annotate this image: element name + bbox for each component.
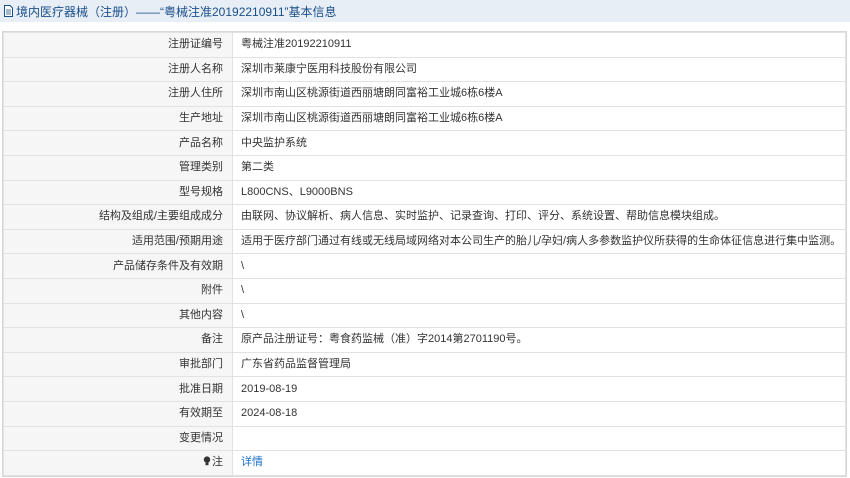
field-value: 2024-08-18 — [232, 400, 846, 427]
field-value: 2019-08-19 — [232, 376, 846, 402]
field-label: 生产地址 — [3, 105, 233, 132]
field-label: 批准日期 — [3, 376, 233, 402]
document-icon — [3, 5, 14, 17]
table-row: 批准日期 2019-08-19 — [3, 376, 846, 402]
field-value: 深圳市莱康宁医用科技股份有限公司 — [232, 56, 846, 83]
note-label: 注 — [212, 456, 223, 469]
field-value: \ — [232, 253, 846, 279]
field-value: 由联网、协议解析、病人信息、实时监护、记录查询、打印、评分、系统设置、帮助信息模… — [232, 204, 846, 230]
field-value: 深圳市南山区桃源街道西丽塘朗同富裕工业城6栋6楼A — [232, 105, 846, 132]
table-row: 结构及组成/主要组成成分 由联网、协议解析、病人信息、实时监护、记录查询、打印、评… — [3, 204, 846, 230]
table-row: 管理类别 第二类 — [3, 154, 846, 181]
field-label: 产品储存条件及有效期 — [3, 253, 233, 279]
field-label: 注册证编号 — [3, 32, 233, 58]
table-row: 适用范围/预期用途 适用于医疗部门通过有线或无线局域网络对本公司生产的胎儿/孕妇/… — [3, 228, 846, 255]
field-value: 原产品注册证号：粤食药监械（准）字2014第2701190号。 — [232, 327, 846, 353]
field-label: 结构及组成/主要组成成分 — [3, 204, 233, 230]
table-row: 生产地址 深圳市南山区桃源街道西丽塘朗同富裕工业城6栋6楼A — [3, 105, 846, 132]
table-row: 附件 \ — [3, 277, 846, 304]
field-label: 备注 — [3, 327, 233, 353]
field-value — [232, 425, 846, 452]
field-label: 产品名称 — [3, 130, 233, 156]
table-row: 审批部门 广东省药品监督管理局 — [3, 351, 846, 378]
field-value: \ — [232, 302, 846, 329]
field-value: 广东省药品监督管理局 — [232, 351, 846, 378]
field-label: 型号规格 — [3, 179, 233, 206]
field-value: \ — [232, 277, 846, 304]
info-table: 注册证编号 粤械注准20192210911 注册人名称 深圳市莱康宁医用科技股份有限公… — [2, 31, 847, 477]
page-title: 境内医疗器械（注册）——“粤械注准20192210911”基本信息 — [16, 4, 337, 19]
table-row: 变更情况 — [3, 425, 846, 452]
details-link[interactable]: 详情 — [241, 456, 263, 468]
table-row: 注册人住所 深圳市南山区桃源街道西丽塘朗同富裕工业城6栋6楼A — [3, 81, 846, 107]
table-row: 备注 原产品注册证号：粤食药监械（准）字2014第2701190号。 — [3, 327, 846, 353]
field-label: 注册人住所 — [3, 81, 233, 107]
table-row: 型号规格 L800CNS、L9000BNS — [3, 179, 846, 206]
table-row: 注册证编号 粤械注准20192210911 — [3, 32, 846, 58]
field-label: 其他内容 — [3, 302, 233, 329]
note-label-cell: 注 — [3, 450, 233, 476]
table-row: 注 详情 — [3, 450, 846, 476]
table-row: 产品名称 中央监护系统 — [3, 130, 846, 156]
field-label: 注册人名称 — [3, 56, 233, 83]
field-value: 第二类 — [232, 154, 846, 181]
table-row: 注册人名称 深圳市莱康宁医用科技股份有限公司 — [3, 56, 846, 83]
field-value: 深圳市南山区桃源街道西丽塘朗同富裕工业城6栋6楼A — [232, 81, 846, 107]
field-value: 中央监护系统 — [232, 130, 846, 156]
table-row: 有效期至 2024-08-18 — [3, 400, 846, 427]
field-label: 变更情况 — [3, 425, 233, 452]
field-label: 管理类别 — [3, 154, 233, 181]
field-value: 粤械注准20192210911 — [232, 32, 846, 58]
table-row: 其他内容 \ — [3, 302, 846, 329]
field-label: 有效期至 — [3, 400, 233, 427]
lightbulb-icon — [203, 456, 211, 466]
field-value: 适用于医疗部门通过有线或无线局域网络对本公司生产的胎儿/孕妇/病人多参数监护仪所… — [232, 228, 846, 255]
note-value-cell: 详情 — [232, 450, 846, 476]
field-value: L800CNS、L9000BNS — [232, 179, 846, 206]
field-label: 附件 — [3, 277, 233, 304]
table-row: 产品储存条件及有效期 \ — [3, 253, 846, 279]
field-label: 适用范围/预期用途 — [3, 228, 233, 255]
page-title-bar: 境内医疗器械（注册）——“粤械注准20192210911”基本信息 — [0, 0, 850, 22]
field-label: 审批部门 — [3, 351, 233, 378]
